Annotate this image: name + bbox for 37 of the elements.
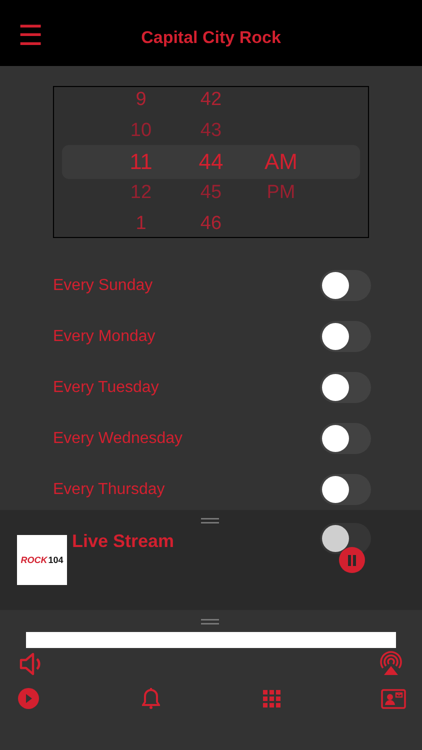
station-logo: ROCK104 [17,535,67,585]
minute-option[interactable]: 45 [200,177,222,208]
drag-handle-icon[interactable] [201,518,219,524]
minute-option[interactable]: 46 [200,208,222,237]
play-circle-icon[interactable] [18,688,39,709]
toggle-switch[interactable] [320,523,371,554]
stream-title: Live Stream [72,531,174,552]
hour-option[interactable]: 12 [130,177,152,208]
hour-option[interactable]: 11 [130,146,152,177]
menu-icon[interactable]: ☰ [18,22,43,50]
toggle-switch[interactable] [320,474,371,505]
grid-icon[interactable] [263,690,281,708]
period-option[interactable]: AM [264,146,298,177]
hour-option[interactable]: 1 [136,208,146,237]
minute-option[interactable]: 42 [200,87,222,115]
minute-option[interactable]: 44 [198,146,224,177]
hour-option[interactable]: 9 [136,87,146,115]
day-label: Every Monday [53,328,156,346]
time-picker[interactable]: 9 10 11 12 1 42 43 44 45 46 AM PM [53,86,369,238]
day-label: Every Wednesday [53,430,183,448]
pause-button[interactable] [339,547,365,573]
toggle-switch[interactable] [320,321,371,352]
day-label: Every Tuesday [53,378,159,396]
contact-card-icon[interactable] [381,689,406,709]
day-label: Every Sunday [53,276,153,294]
hour-option[interactable]: 10 [130,115,152,146]
period-option[interactable]: PM [266,177,296,208]
toggle-switch[interactable] [320,423,371,454]
toggle-switch[interactable] [320,372,371,403]
pause-icon [347,554,357,566]
minute-option[interactable]: 43 [200,115,222,146]
broadcast-icon[interactable] [378,650,404,676]
app-title: Capital City Rock [141,27,281,48]
bell-icon[interactable] [142,688,160,709]
drag-handle-icon[interactable] [201,619,219,625]
toggle-switch[interactable] [320,270,371,301]
day-label: Every Thursday [53,480,165,498]
